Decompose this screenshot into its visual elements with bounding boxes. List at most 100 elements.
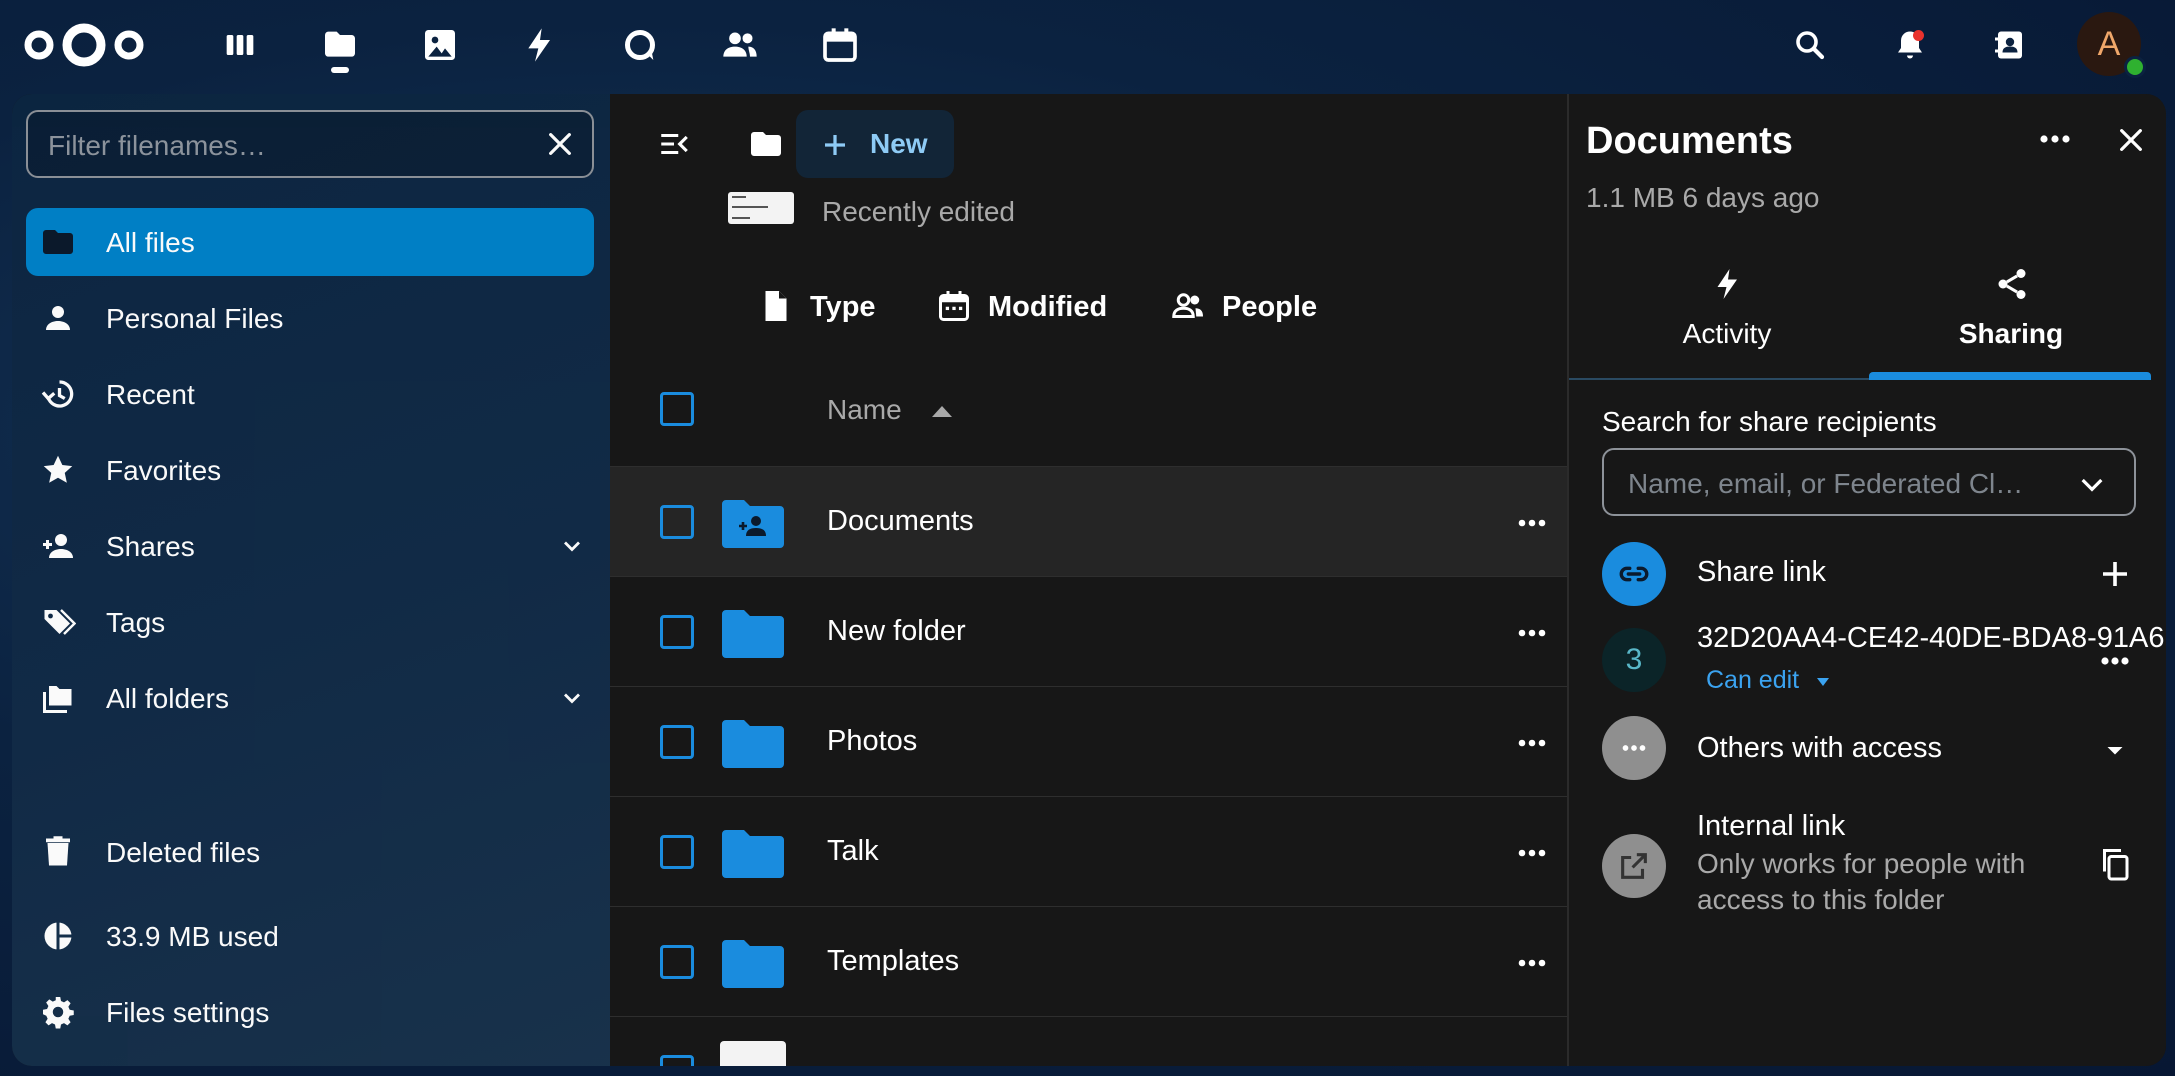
plus-icon (825, 135, 845, 155)
others-with-access-icon (1602, 716, 1666, 780)
active-app-indicator (331, 67, 349, 73)
sidebar-lower-section: Others with access Internal link Only wo… (1569, 94, 2166, 1066)
folder-icon (722, 720, 784, 768)
nav-item-label: Shares (106, 531, 195, 562)
file-list-panel: New Recently edited Type Modified People… (610, 94, 1568, 1066)
sort-ascending-icon (932, 406, 952, 417)
nav-item-label: Files settings (106, 997, 270, 1028)
storage-quota-label: 33.9 MB used (106, 921, 279, 952)
file-name[interactable]: Documents (827, 505, 974, 538)
filter-placeholder: Filter filenames… (48, 130, 266, 161)
photos-app-icon[interactable] (414, 19, 466, 71)
file-name[interactable]: New folder (827, 615, 966, 648)
filter-filenames-input[interactable]: Filter filenames… (26, 110, 594, 178)
row-checkbox[interactable] (660, 505, 694, 539)
calendar-app-icon[interactable] (814, 19, 866, 71)
new-button[interactable]: New (796, 110, 954, 178)
folders-icon (43, 686, 72, 713)
filter-type-label: Type (810, 291, 876, 323)
file-row-new-folder[interactable]: New folder (610, 576, 1568, 686)
select-all-checkbox[interactable] (660, 392, 694, 426)
file-thumbnail (720, 1041, 786, 1066)
storage-quota[interactable]: 33.9 MB used (26, 902, 594, 970)
nav-item-label: Personal Files (106, 303, 284, 334)
nextcloud-logo-icon[interactable] (22, 22, 146, 68)
file-row-partially-visible[interactable] (610, 1016, 1568, 1066)
trash-icon (46, 836, 70, 866)
nav-item-label: All files (106, 227, 195, 258)
nav-item-personal-files[interactable]: Personal Files (26, 284, 594, 352)
row-checkbox[interactable] (660, 725, 694, 759)
document-icon (765, 291, 787, 321)
nav-item-label: Tags (106, 607, 166, 638)
external-link-icon (1602, 834, 1666, 898)
nav-item-shares[interactable]: Shares (26, 512, 594, 580)
nav-item-tags[interactable]: Tags (26, 588, 594, 656)
nav-item-all-folders[interactable]: All folders (26, 664, 594, 732)
nav-item-label: Deleted files (106, 837, 261, 868)
file-row-talk[interactable]: Talk (610, 796, 1568, 906)
more-actions-icon[interactable] (1518, 519, 1546, 527)
people-icon (1172, 293, 1203, 318)
filter-type-button[interactable]: Type (758, 280, 878, 330)
nav-item-recent[interactable]: Recent (26, 360, 594, 428)
internal-link-description: Only works for people with access to thi… (1697, 848, 2026, 915)
filter-modified-button[interactable]: Modified (936, 280, 1116, 330)
dashboard-icon[interactable] (214, 19, 266, 71)
pie-chart-icon (44, 922, 72, 950)
column-header-name[interactable]: Name (827, 394, 902, 426)
files-app-icon[interactable] (314, 19, 366, 73)
gear-icon (43, 997, 74, 1029)
row-checkbox[interactable] (660, 835, 694, 869)
more-actions-icon[interactable] (1518, 739, 1546, 747)
folder-icon (43, 230, 73, 254)
file-row-photos[interactable]: Photos (610, 686, 1568, 796)
search-icon[interactable] (1784, 19, 1836, 71)
activity-app-icon[interactable] (514, 19, 566, 71)
top-header: A (0, 0, 2175, 90)
recently-edited-label[interactable]: Recently edited (822, 196, 1015, 228)
nav-item-favorites[interactable]: Favorites (26, 436, 594, 504)
nav-item-deleted-files[interactable]: Deleted files (26, 818, 594, 886)
nav-item-label: All folders (106, 683, 229, 714)
nav-item-label: Recent (106, 379, 195, 410)
row-checkbox[interactable] (660, 615, 694, 649)
notifications-bell-icon[interactable] (1884, 19, 1936, 71)
more-actions-icon[interactable] (1518, 849, 1546, 857)
file-name[interactable]: Photos (827, 725, 917, 758)
nav-item-all-files[interactable]: All files (26, 208, 594, 276)
more-actions-icon[interactable] (1518, 959, 1546, 967)
row-checkbox[interactable] (660, 1055, 694, 1066)
notification-dot (1913, 30, 1924, 41)
toggle-navigation-icon[interactable] (654, 124, 694, 164)
person-icon (46, 306, 70, 330)
breadcrumb-home-folder-icon[interactable] (746, 124, 786, 164)
calendar-icon (939, 291, 969, 321)
chevron-down-icon[interactable] (558, 684, 586, 712)
new-button-label: New (870, 128, 928, 159)
nav-item-files-settings[interactable]: Files settings (26, 978, 594, 1046)
contacts-menu-icon[interactable] (1984, 19, 2036, 71)
copy-icon[interactable] (2097, 846, 2133, 882)
file-row-documents[interactable]: Documents (610, 466, 1568, 576)
row-checkbox[interactable] (660, 945, 694, 979)
file-row-templates[interactable]: Templates (610, 906, 1568, 1016)
contacts-app-icon[interactable] (714, 19, 766, 71)
others-with-access-label[interactable]: Others with access (1697, 732, 1942, 765)
history-icon (41, 380, 74, 408)
file-name[interactable]: Talk (827, 835, 879, 868)
folder-icon (722, 830, 784, 878)
expand-triangle-icon[interactable] (2097, 732, 2133, 768)
file-name[interactable]: Templates (827, 945, 959, 978)
clear-filter-icon[interactable] (544, 128, 576, 160)
chevron-down-icon[interactable] (558, 532, 586, 560)
more-actions-icon[interactable] (1518, 629, 1546, 637)
talk-app-icon[interactable] (614, 19, 666, 71)
filter-people-button[interactable]: People (1170, 280, 1330, 330)
left-navigation: Filter filenames… All files Personal Fil… (12, 94, 610, 1066)
internal-link-title: Internal link (1697, 810, 1846, 842)
online-status-dot (2124, 56, 2146, 78)
files-app-window: Filter filenames… All files Personal Fil… (12, 94, 2166, 1066)
filter-modified-label: Modified (988, 291, 1108, 323)
recent-file-thumbnail[interactable] (728, 192, 794, 224)
